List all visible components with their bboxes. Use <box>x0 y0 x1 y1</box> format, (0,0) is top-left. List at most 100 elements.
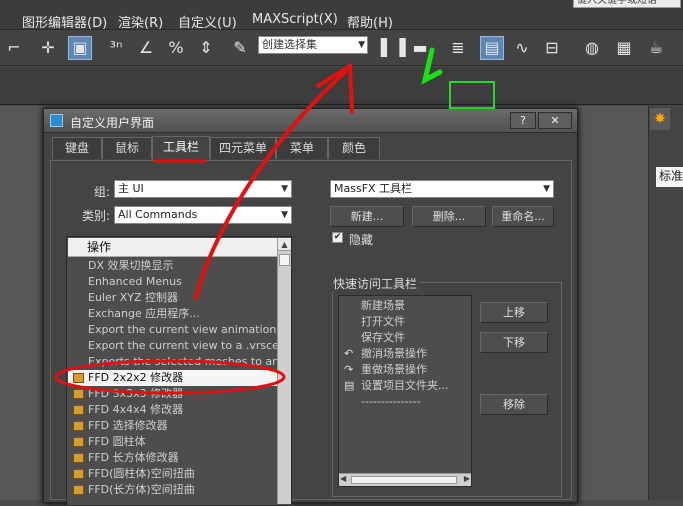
redo-icon: ↷ <box>344 363 354 376</box>
menu-customize[interactable]: 自定义(U) <box>178 12 237 31</box>
action-item[interactable]: FFD(圆柱体)空间扭曲 <box>68 466 277 482</box>
action-item-label: FFD 圆柱体 <box>88 435 146 448</box>
menu-rendering[interactable]: 渲染(R) <box>118 12 163 31</box>
action-item-label: FFD 选择修改器 <box>88 419 168 432</box>
action-item[interactable]: Exchange 应用程序... <box>68 306 277 322</box>
category-label: 类别: <box>82 209 111 223</box>
curve-editor-icon[interactable]: ∿ <box>510 36 534 60</box>
action-item-label: Export the current view to a .vrscene... <box>88 339 277 352</box>
action-item[interactable]: FFD 3x3x3 修改器 <box>68 386 277 402</box>
action-item-label: DX 效果切换显示 <box>88 259 174 272</box>
mirror-icon[interactable]: ▌▐ <box>380 36 406 60</box>
menu-graph-editors[interactable]: 图形编辑器(D) <box>22 12 107 31</box>
angle-snap-icon[interactable]: ∠ <box>134 36 158 60</box>
action-item[interactable]: FFD 选择修改器 <box>68 418 277 434</box>
dialog-title: 自定义用户界面 <box>70 116 155 130</box>
quick-item[interactable]: ▤ 设置项目文件夹... <box>339 378 471 394</box>
percent-snap-icon[interactable]: % <box>164 36 188 60</box>
action-item-label: Euler XYZ 控制器 <box>88 291 179 304</box>
toolbar-select-dropdown[interactable]: MassFX 工具栏 ▼ <box>330 180 554 198</box>
action-item[interactable]: Exports the selected meshes to an ex... <box>68 354 277 370</box>
scroll-right-icon[interactable]: ▶ <box>464 474 470 483</box>
action-items: DX 效果切换显示 Enhanced Menus Euler XYZ 控制器 Exch… <box>68 258 277 503</box>
select-region-icon[interactable]: ▣ <box>68 36 92 60</box>
group-dropdown[interactable]: 主 UI ▼ <box>114 180 292 198</box>
search-input[interactable]: 键入关键字或短语 <box>573 0 681 8</box>
quick-item[interactable]: ↷ 重做场景操作 <box>339 362 471 378</box>
quick-item[interactable]: 新建场景 <box>339 298 471 314</box>
hide-checkbox[interactable]: ✔ <box>332 232 343 243</box>
layer-manager-icon[interactable]: ≣ <box>446 36 470 60</box>
command-panel <box>648 106 683 500</box>
tab-keyboard[interactable]: 键盘 <box>52 137 102 159</box>
quick-item[interactable]: 打开文件 <box>339 314 471 330</box>
tab-quad-menus[interactable]: 四元菜单 <box>210 137 276 159</box>
action-item-label: Exports the selected meshes to an ex... <box>88 355 277 368</box>
scroll-up-icon[interactable]: ▲ <box>278 238 291 251</box>
action-item-label: FFD 2x2x2 修改器 <box>88 371 184 384</box>
chevron-down-icon: ▼ <box>358 40 365 50</box>
menu-maxscript[interactable]: MAXScript(X) <box>252 12 338 27</box>
action-item-label: FFD 长方体修改器 <box>88 451 179 464</box>
tab-mouse[interactable]: 鼠标 <box>102 137 152 159</box>
category-dropdown[interactable]: All Commands ▼ <box>114 206 292 224</box>
tab-toolbars[interactable]: 工具栏 <box>152 136 210 160</box>
action-item[interactable]: Export the current view animation to ... <box>68 322 277 338</box>
action-item[interactable]: FFD 长方体修改器 <box>68 450 277 466</box>
action-item[interactable]: Euler XYZ 控制器 <box>68 290 277 306</box>
create-tab-icon[interactable]: ✸ <box>650 108 670 130</box>
move-up-button[interactable]: 上移 <box>480 302 548 323</box>
action-item-label: Exchange 应用程序... <box>88 307 200 320</box>
chevron-down-icon: ▼ <box>281 184 288 194</box>
move-down-button[interactable]: 下移 <box>480 332 548 353</box>
quick-item-label: 重做场景操作 <box>361 363 427 376</box>
modifier-icon <box>73 437 84 447</box>
action-item[interactable]: FFD 2x2x2 修改器 <box>68 370 277 386</box>
scene-explorer-icon[interactable]: ▤ <box>480 36 504 60</box>
spinner-snap-icon[interactable]: ⇕ <box>194 36 218 60</box>
scrollbar-thumb[interactable] <box>351 476 457 484</box>
quick-item[interactable]: 保存文件 <box>339 330 471 346</box>
delete-toolbar-button[interactable]: 删除... <box>412 206 486 227</box>
folder-icon: ▤ <box>344 379 355 392</box>
remove-button[interactable]: 移除 <box>480 394 548 415</box>
quick-access-list[interactable]: 新建场景 打开文件 保存文件 ↶ 撤消场景操作 ↷ 重做场景操作 ▤ 设置项目文件夹.… <box>338 295 472 487</box>
tab-menus[interactable]: 菜单 <box>276 137 328 159</box>
menu-help[interactable]: 帮助(H) <box>347 12 393 31</box>
new-toolbar-button[interactable]: 新建... <box>330 206 404 227</box>
close-button[interactable]: ✕ <box>538 112 572 129</box>
quick-item-label: 保存文件 <box>361 331 405 344</box>
edit-named-sets-icon[interactable]: ✎ <box>228 36 252 60</box>
action-list-scrollbar[interactable]: ▲ <box>277 238 291 504</box>
action-item[interactable]: Export the current view to a .vrscene... <box>68 338 277 354</box>
render-setup-icon[interactable]: ▦ <box>612 36 636 60</box>
scroll-left-icon[interactable]: ◀ <box>340 474 346 483</box>
move-icon[interactable]: ✛ <box>36 36 60 60</box>
ribbon-area <box>0 67 683 105</box>
render-teapot-icon[interactable]: ☕ <box>644 36 668 60</box>
action-list[interactable]: 操作 DX 效果切换显示 Enhanced Menus Euler XYZ 控制器 E… <box>66 236 292 506</box>
action-item[interactable]: DX 效果切换显示 <box>68 258 277 274</box>
selection-brackets-icon[interactable]: ⌐ <box>2 36 26 60</box>
scrollbar-thumb[interactable] <box>279 254 290 266</box>
action-item[interactable]: FFD 4x4x4 修改器 <box>68 402 277 418</box>
schematic-view-icon[interactable]: ⊟ <box>540 36 564 60</box>
quick-item[interactable]: ↶ 撤消场景操作 <box>339 346 471 362</box>
rename-toolbar-button[interactable]: 重命名... <box>492 206 554 227</box>
action-item[interactable]: Enhanced Menus <box>68 274 277 290</box>
snap-3d-icon[interactable]: ³ⁿ <box>104 36 128 60</box>
action-item[interactable]: FFD(长方体)空间扭曲 <box>68 482 277 498</box>
action-item[interactable]: FFD 圆柱体 <box>68 434 277 450</box>
object-type-dropdown[interactable]: 标准 <box>656 167 683 187</box>
named-selection-set-dropdown[interactable]: 创建选择集 ▼ <box>258 36 368 54</box>
material-editor-icon[interactable]: ◍ <box>580 36 604 60</box>
action-item-label: FFD(长方体)空间扭曲 <box>88 483 195 496</box>
align-icon[interactable]: ▬ <box>408 36 432 60</box>
quick-separator[interactable]: --------------- <box>339 394 471 410</box>
quick-list-scrollbar[interactable]: ◀ ▶ <box>339 473 471 486</box>
tab-colors[interactable]: 颜色 <box>328 137 380 159</box>
help-button[interactable]: ? <box>510 112 536 129</box>
dialog-titlebar[interactable]: 自定义用户界面 ? ✕ <box>44 109 577 133</box>
modifier-icon <box>73 453 84 463</box>
action-list-header[interactable]: 操作 <box>68 238 277 257</box>
